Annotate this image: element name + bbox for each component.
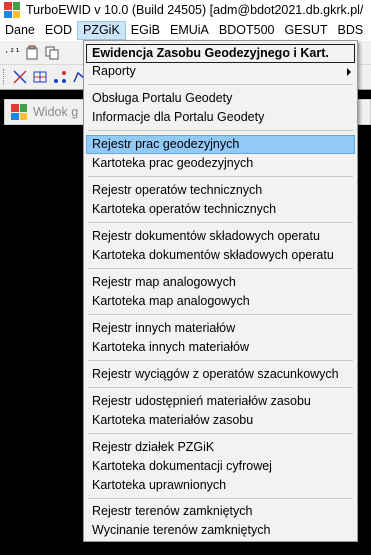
menu-separator	[88, 360, 353, 361]
menu-item-rejestr-dokumentow[interactable]: Rejestr dokumentów składowych operatu	[86, 227, 355, 246]
menu-item-kartoteka-innych[interactable]: Kartoteka innych materiałów	[86, 338, 355, 357]
menu-item-wycinanie-terenow[interactable]: Wycinanie terenów zamkniętych	[86, 521, 355, 540]
menu-pzgik[interactable]: PZGiK	[76, 21, 126, 40]
menu-separator	[88, 314, 353, 315]
menu-item-label: Raporty	[92, 64, 136, 78]
menu-item-label: Rejestr działek PZGiK	[92, 440, 215, 454]
menu-item-label: Kartoteka operatów technicznych	[92, 202, 277, 216]
menu-item-label: Rejestr udostępnień materiałów zasobu	[92, 394, 311, 408]
menu-item-ewidencja-zasobu[interactable]: Ewidencja Zasobu Geodezyjnego i Kart.	[86, 44, 355, 63]
menu-separator	[88, 387, 353, 388]
menu-item-label: Informacje dla Portalu Geodety	[92, 110, 265, 124]
menu-item-label: Rejestr operatów technicznych	[92, 183, 263, 197]
menu-item-label: Kartoteka prac geodezyjnych	[92, 156, 254, 170]
menu-item-rejestr-map[interactable]: Rejestr map analogowych	[86, 273, 355, 292]
pzgik-dropdown-menu: Ewidencja Zasobu Geodezyjnego i Kart. Ra…	[83, 40, 358, 542]
menu-item-label: Wycinanie terenów zamkniętych	[92, 523, 271, 537]
menu-bar: Dane EOD PZGiK EGiB EMUiA BDOT500 GESUT …	[0, 20, 371, 41]
menu-item-label: Rejestr terenów zamkniętych	[92, 504, 253, 518]
menu-gesut[interactable]: GESUT	[279, 21, 332, 40]
window-title: TurboEWID v 10.0 (Build 24505) [adm@bdot…	[26, 3, 364, 17]
menu-separator	[88, 433, 353, 434]
menu-item-label: Ewidencja Zasobu Geodezyjnego i Kart.	[92, 46, 329, 60]
copy-icon[interactable]	[44, 45, 60, 61]
menu-item-rejestr-prac[interactable]: Rejestr prac geodezyjnych	[86, 135, 355, 154]
menu-emuia[interactable]: EMUiA	[165, 21, 214, 40]
menu-item-obsluga-portalu[interactable]: Obsługa Portalu Geodety	[86, 89, 355, 108]
menu-dane[interactable]: Dane	[0, 21, 40, 40]
menu-item-kartoteka-materialow[interactable]: Kartoteka materiałów zasobu	[86, 411, 355, 430]
menu-item-label: Kartoteka dokumentacji cyfrowej	[92, 459, 272, 473]
menu-bds[interactable]: BDS	[333, 21, 369, 40]
menu-separator	[88, 268, 353, 269]
title-bar: TurboEWID v 10.0 (Build 24505) [adm@bdot…	[0, 0, 371, 20]
menu-item-rejestr-udostepnien[interactable]: Rejestr udostępnień materiałów zasobu	[86, 392, 355, 411]
window-icon	[11, 104, 27, 120]
paste-icon[interactable]	[24, 45, 40, 61]
menu-item-rejestr-dzialek[interactable]: Rejestr działek PZGiK	[86, 438, 355, 457]
menu-item-label: Kartoteka materiałów zasobu	[92, 413, 254, 427]
menu-separator	[88, 176, 353, 177]
menu-item-kartoteka-map[interactable]: Kartoteka map analogowych	[86, 292, 355, 311]
menu-item-kartoteka-dokumentow[interactable]: Kartoteka dokumentów składowych operatu	[86, 246, 355, 265]
app-icon	[4, 2, 20, 18]
point-21-icon[interactable]: ·²¹	[4, 45, 20, 61]
menu-egib[interactable]: EGiB	[126, 21, 165, 40]
menu-separator	[88, 222, 353, 223]
menu-item-label: Kartoteka uprawnionych	[92, 478, 227, 492]
menu-item-label: Kartoteka map analogowych	[92, 294, 250, 308]
menu-item-informacje-portal[interactable]: Informacje dla Portalu Geodety	[86, 108, 355, 127]
menu-separator	[88, 130, 353, 131]
map-view-title: Widok g	[33, 105, 79, 119]
menu-item-rejestr-wyciagow[interactable]: Rejestr wyciągów z operatów szacunkowych	[86, 365, 355, 384]
menu-item-raporty[interactable]: Raporty	[86, 62, 355, 81]
menu-item-label: Kartoteka innych materiałów	[92, 340, 250, 354]
menu-item-label: Rejestr prac geodezyjnych	[92, 137, 240, 151]
menu-eod[interactable]: EOD	[40, 21, 77, 40]
menu-item-label: Obsługa Portalu Geodety	[92, 91, 233, 105]
menu-item-label: Rejestr innych materiałów	[92, 321, 236, 335]
menu-item-label: Rejestr map analogowych	[92, 275, 236, 289]
menu-item-rejestr-innych[interactable]: Rejestr innych materiałów	[86, 319, 355, 338]
menu-item-label: Rejestr dokumentów składowych operatu	[92, 229, 320, 243]
menu-item-rejestr-operatow[interactable]: Rejestr operatów technicznych	[86, 181, 355, 200]
menu-item-kartoteka-uprawnionych[interactable]: Kartoteka uprawnionych	[86, 476, 355, 495]
menu-item-kartoteka-operatow[interactable]: Kartoteka operatów technicznych	[86, 200, 355, 219]
menu-item-kartoteka-dokumentacji[interactable]: Kartoteka dokumentacji cyfrowej	[86, 457, 355, 476]
points-icon[interactable]	[52, 69, 68, 85]
table-edit-icon[interactable]	[32, 69, 48, 85]
menu-item-kartoteka-prac[interactable]: Kartoteka prac geodezyjnych	[86, 154, 355, 173]
menu-item-label: Kartoteka dokumentów składowych operatu	[92, 248, 334, 262]
grip-icon[interactable]	[3, 69, 6, 85]
menu-bdot500[interactable]: BDOT500	[214, 21, 280, 40]
submenu-arrow-icon	[347, 68, 351, 76]
menu-item-label: Rejestr wyciągów z operatów szacunkowych	[92, 367, 339, 381]
menu-item-rejestr-terenow[interactable]: Rejestr terenów zamkniętych	[86, 502, 355, 521]
menu-separator	[88, 84, 353, 85]
cross-line-icon[interactable]	[12, 69, 28, 85]
menu-separator	[88, 498, 353, 499]
